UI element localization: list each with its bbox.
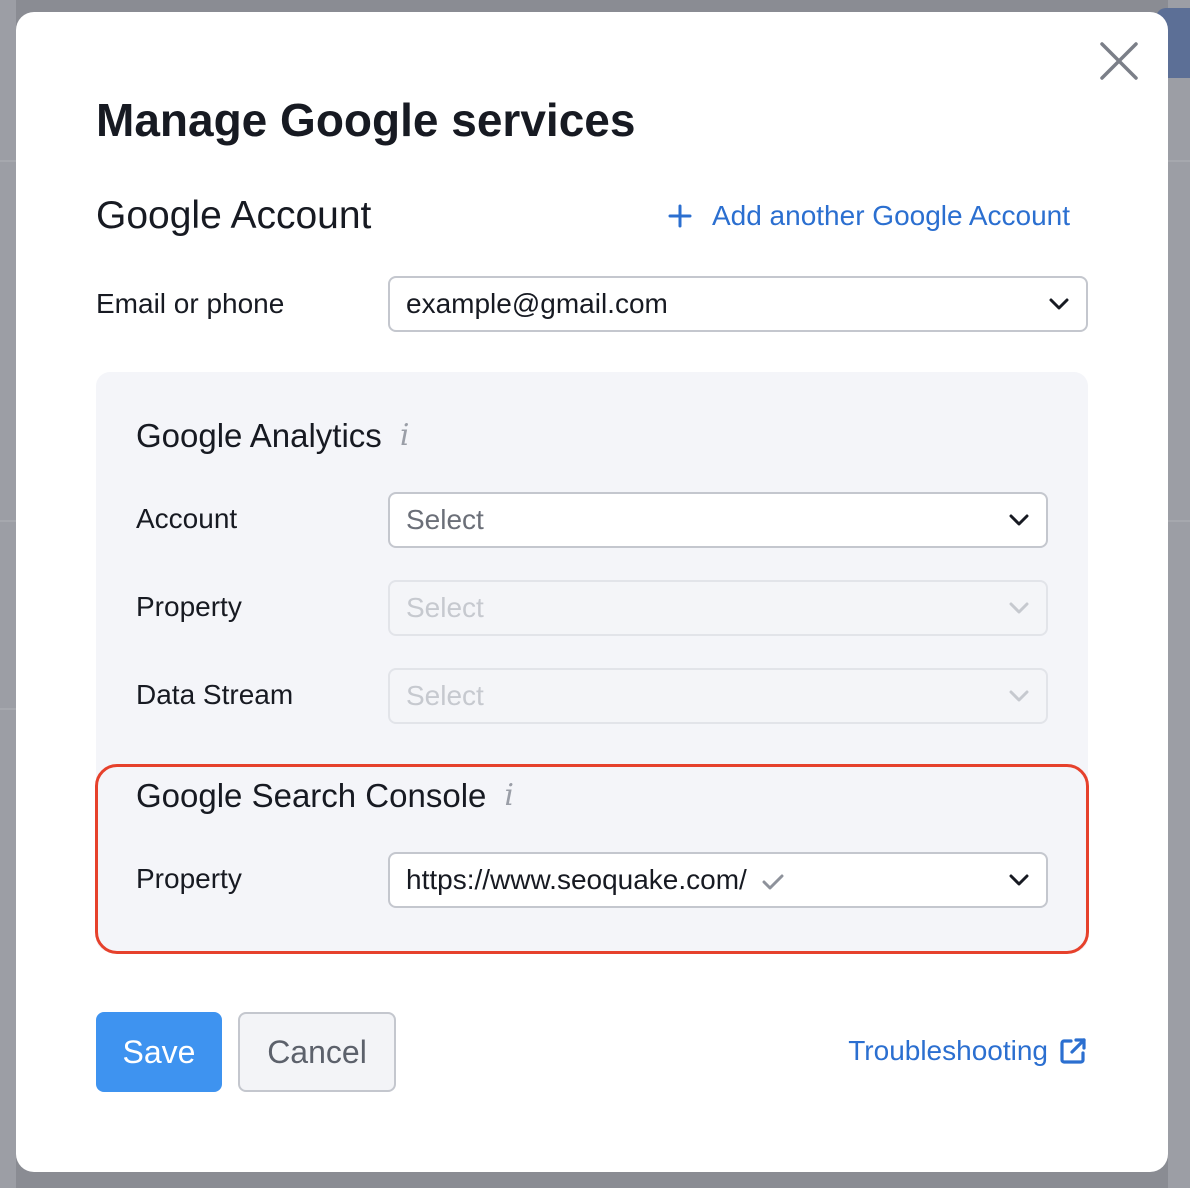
add-google-account-link[interactable]: Add another Google Account <box>668 196 1070 236</box>
close-button[interactable] <box>1096 38 1142 84</box>
chevron-down-icon <box>1009 874 1029 886</box>
background-page-left <box>0 0 16 1188</box>
google-analytics-heading: Google Analytics i <box>136 414 409 458</box>
cancel-button[interactable]: Cancel <box>238 1012 396 1092</box>
ga-property-placeholder: Select <box>406 592 484 623</box>
google-search-console-heading: Google Search Console i <box>136 774 514 818</box>
services-panel: Google Analytics i Account Select Proper… <box>96 372 1088 952</box>
ga-account-select[interactable]: Select <box>388 492 1048 548</box>
external-link-icon <box>1060 1038 1086 1064</box>
gsc-property-value: https://www.seoquake.com/ <box>406 864 747 895</box>
ga-data-stream-select[interactable]: Select <box>388 668 1048 724</box>
dialog-title: Manage Google services <box>96 94 636 146</box>
email-select[interactable]: example@gmail.com <box>388 276 1088 332</box>
background-divider <box>0 708 16 710</box>
gsc-property-value-wrap: https://www.seoquake.com/ <box>406 864 1008 896</box>
email-label: Email or phone <box>96 288 285 319</box>
info-icon[interactable]: i <box>504 774 514 818</box>
background-divider <box>0 520 16 522</box>
google-analytics-title: Google Analytics <box>136 417 382 454</box>
manage-google-services-dialog: Manage Google services Google Account Ad… <box>16 12 1168 1172</box>
chevron-down-icon <box>1009 690 1029 702</box>
close-icon <box>1100 42 1138 80</box>
background-divider <box>0 160 16 162</box>
ga-data-stream-placeholder: Select <box>406 680 484 711</box>
background-divider <box>1168 520 1190 522</box>
chevron-down-icon <box>1009 602 1029 614</box>
chevron-down-icon <box>1009 514 1029 526</box>
troubleshooting-label: Troubleshooting <box>848 1035 1048 1066</box>
save-button[interactable]: Save <box>96 1012 222 1092</box>
info-icon[interactable]: i <box>400 414 410 458</box>
ga-property-select[interactable]: Select <box>388 580 1048 636</box>
check-icon <box>762 874 784 890</box>
google-account-heading: Google Account <box>96 194 372 237</box>
ga-property-label: Property <box>136 591 242 622</box>
ga-data-stream-label: Data Stream <box>136 679 294 710</box>
chevron-down-icon <box>1049 298 1069 310</box>
background-divider <box>1168 160 1190 162</box>
ga-account-placeholder: Select <box>406 504 484 535</box>
gsc-property-select[interactable]: https://www.seoquake.com/ <box>388 852 1048 908</box>
email-select-value: example@gmail.com <box>406 288 668 319</box>
add-google-account-label: Add another Google Account <box>711 200 1070 231</box>
background-page-right <box>1168 0 1190 1188</box>
gsc-property-label: Property <box>136 863 242 894</box>
plus-icon <box>668 204 692 228</box>
google-search-console-title: Google Search Console <box>136 777 487 814</box>
ga-account-label: Account <box>136 503 238 534</box>
troubleshooting-link[interactable]: Troubleshooting <box>848 1031 1088 1071</box>
